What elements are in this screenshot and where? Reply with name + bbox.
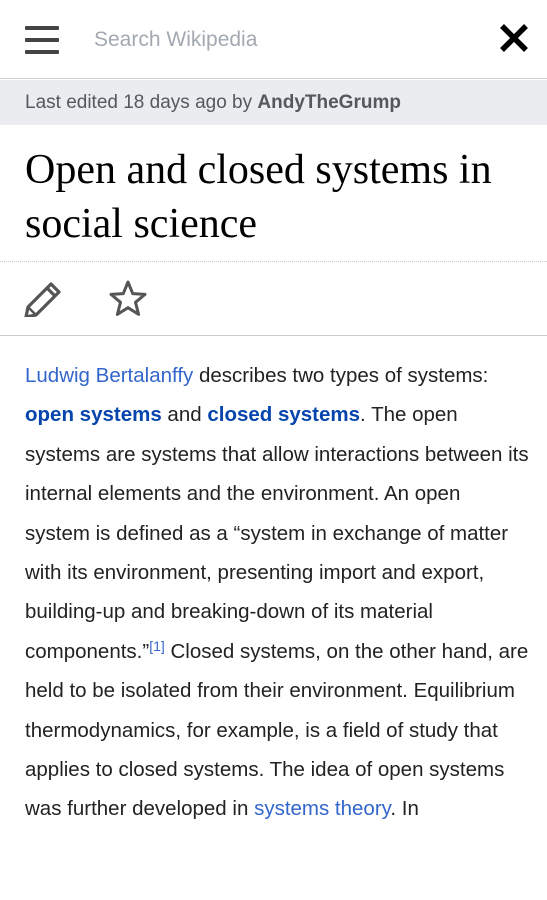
article-paragraph: Ludwig Bertalanffy describes two types o… bbox=[25, 356, 530, 829]
actions-divider bbox=[0, 335, 547, 336]
close-icon[interactable] bbox=[496, 20, 532, 56]
star-icon[interactable] bbox=[108, 280, 148, 318]
link-ludwig-bertalanffy[interactable]: Ludwig Bertalanffy bbox=[25, 364, 193, 387]
link-closed-systems[interactable]: closed systems bbox=[207, 403, 360, 426]
article-body: Ludwig Bertalanffy describes two types o… bbox=[25, 356, 530, 829]
last-edited-text: Last edited 18 days ago by bbox=[25, 92, 258, 113]
title-divider bbox=[0, 261, 547, 262]
text-run: . The open systems are systems that allo… bbox=[25, 403, 529, 663]
last-editor-link[interactable]: AndyTheGrump bbox=[257, 92, 401, 113]
link-systems-theory[interactable]: systems theory bbox=[254, 797, 390, 820]
link-open-systems[interactable]: open systems bbox=[25, 403, 162, 426]
text-run: and bbox=[161, 403, 208, 427]
header-bar bbox=[0, 0, 547, 79]
text-run: describes two types of systems: bbox=[193, 364, 489, 387]
search-input[interactable] bbox=[94, 22, 474, 58]
page-title: Open and closed systems in social scienc… bbox=[25, 147, 492, 247]
text-run: Closed systems, on the other hand, are h… bbox=[25, 639, 529, 821]
reference-link-1[interactable]: [1] bbox=[149, 638, 165, 654]
pencil-icon[interactable] bbox=[24, 281, 62, 319]
hamburger-menu-icon[interactable] bbox=[25, 26, 59, 54]
text-run: . In bbox=[390, 797, 419, 821]
last-edited-bar[interactable]: Last edited 18 days ago by AndyTheGrump bbox=[0, 80, 547, 125]
